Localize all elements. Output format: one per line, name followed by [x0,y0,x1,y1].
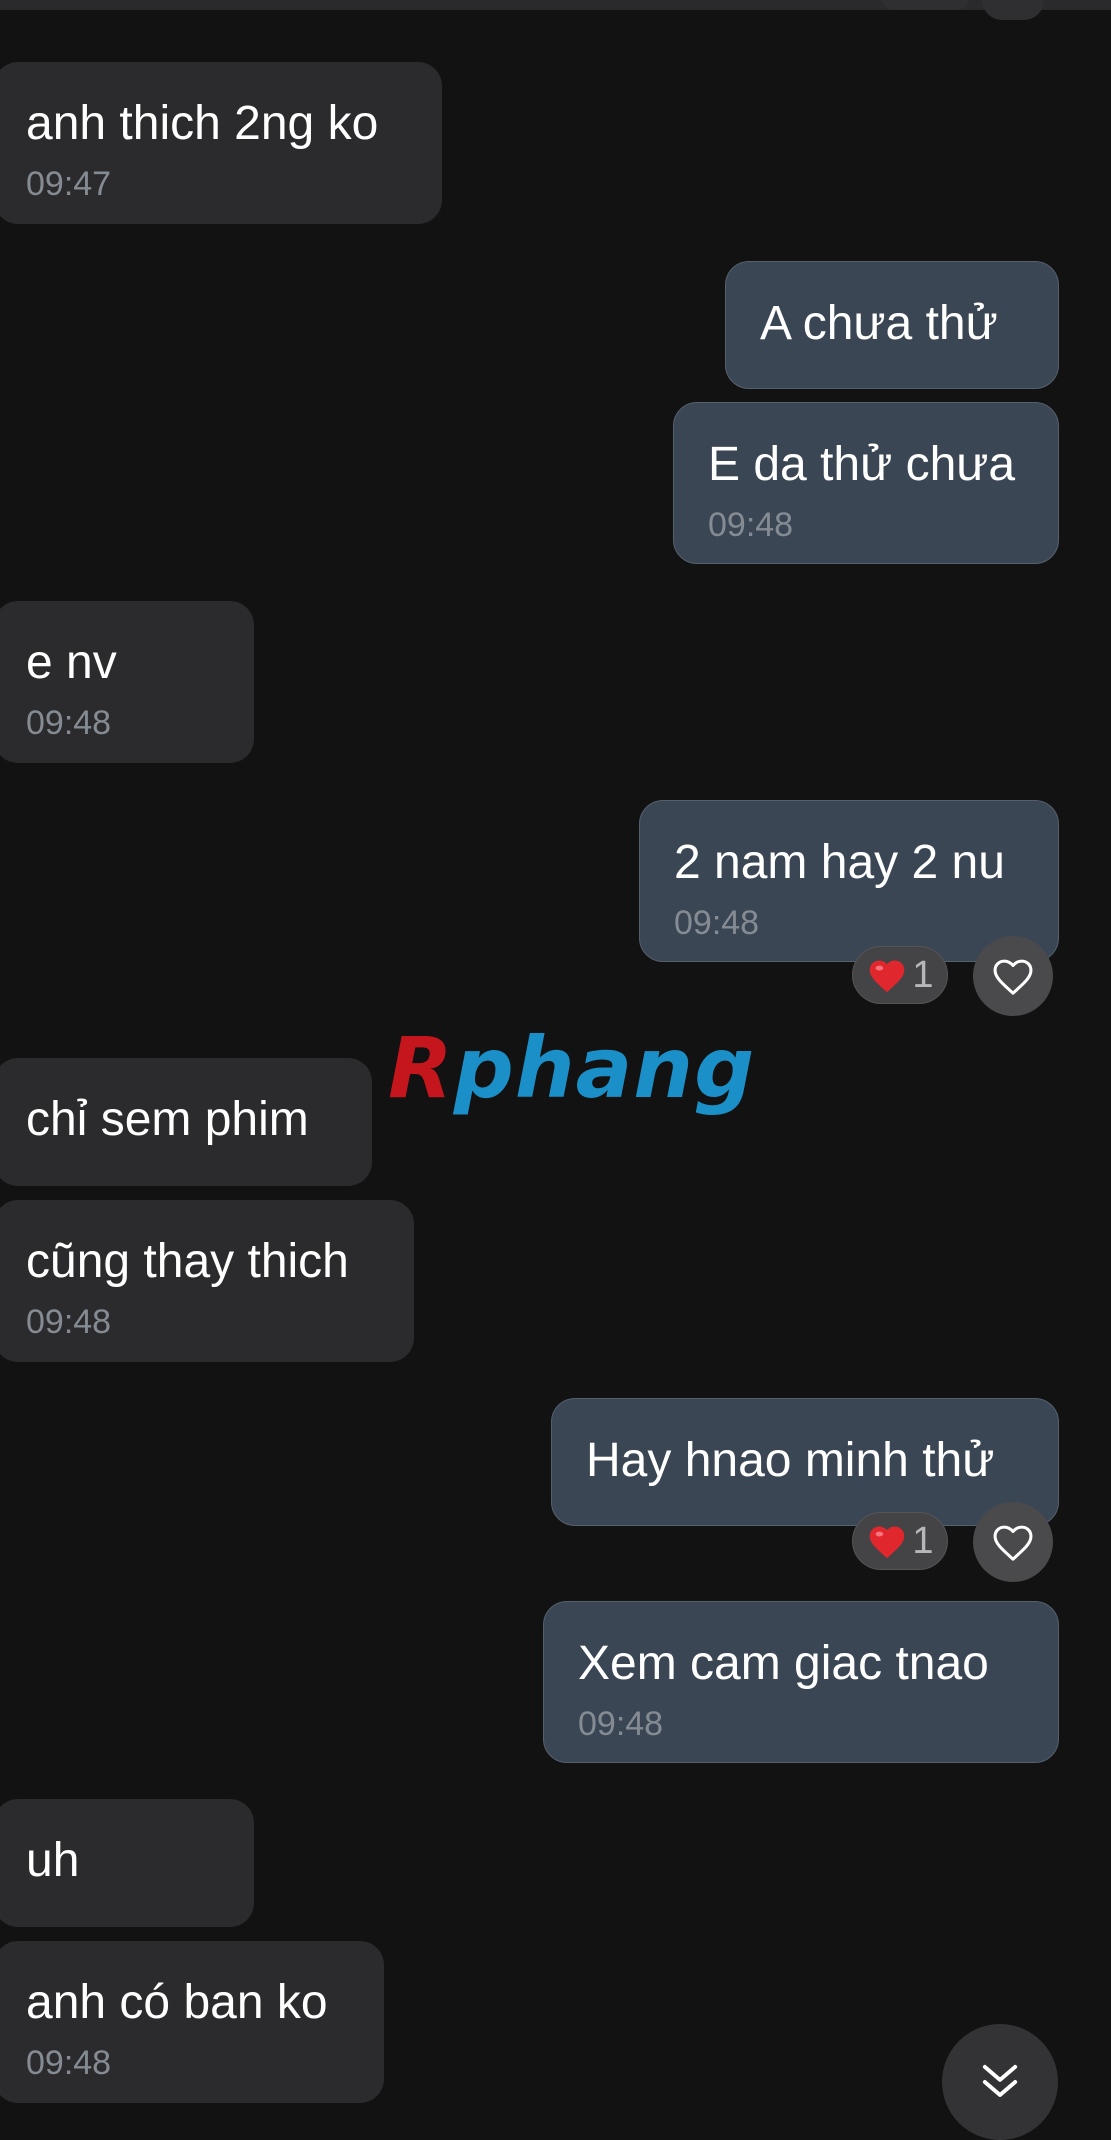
message-time: 09:48 [26,704,112,742]
message-bubble-outgoing[interactable]: 2 nam hay 2 nu 09:48 [639,800,1059,962]
message-bubble-incoming[interactable]: cũng thay thich 09:48 [0,1200,414,1362]
heart-outline-icon [993,959,1033,995]
partial-reaction-pill [880,0,970,10]
message-text: chỉ sem phim [26,1093,309,1146]
reaction-badge[interactable]: 1 [852,946,948,1004]
heart-emoji-icon [870,1526,905,1559]
message-text: uh [26,1834,80,1887]
double-chevron-down-icon [982,2064,1018,2097]
message-time: 09:48 [578,1705,664,1743]
message-bubble-incoming[interactable]: uh [0,1799,254,1927]
message-text: Xem cam giac tnao [578,1637,989,1690]
message-text: anh có ban ko [26,1976,328,2029]
message-time: 09:48 [26,1303,112,1341]
reaction-badge[interactable]: 1 [852,1512,948,1570]
message-text: 2 nam hay 2 nu [674,836,1005,889]
message-time: 09:48 [708,506,794,544]
message-bubble-outgoing[interactable]: E da thử chưa 09:48 [673,402,1059,564]
heart-outline-icon [993,1525,1033,1561]
like-button[interactable] [973,1502,1053,1582]
heart-emoji-icon [870,960,905,993]
partial-like-button[interactable] [982,0,1044,20]
message-time: 09:47 [26,165,112,203]
like-button[interactable] [973,936,1053,1016]
message-bubble-outgoing[interactable]: Xem cam giac tnao 09:48 [543,1601,1059,1763]
message-text: anh thich 2ng ko [26,97,379,150]
reaction-count: 1 [912,954,934,996]
message-bubble-incoming[interactable]: anh có ban ko 09:48 [0,1941,384,2103]
message-time: 09:48 [26,2044,112,2082]
message-bubble-incoming[interactable]: e nv 09:48 [0,601,254,763]
message-text: E da thử chưa [708,438,1016,491]
watermark-logo: Rphang [388,1019,756,1117]
message-text: cũng thay thich [26,1235,349,1288]
message-bubble-incoming[interactable]: chỉ sem phim [0,1058,372,1186]
message-time: 09:48 [674,904,760,942]
reaction-count: 1 [912,1520,934,1562]
message-text: e nv [26,636,117,689]
message-bubble-incoming[interactable]: anh thich 2ng ko 09:47 [0,62,442,224]
message-bubble-outgoing[interactable]: Hay hnao minh thử [551,1398,1059,1526]
message-text: A chưa thử [760,297,998,350]
message-bubble-outgoing[interactable]: A chưa thử [725,261,1059,389]
scroll-to-bottom-button[interactable] [942,2024,1058,2140]
message-text: Hay hnao minh thử [586,1434,995,1487]
